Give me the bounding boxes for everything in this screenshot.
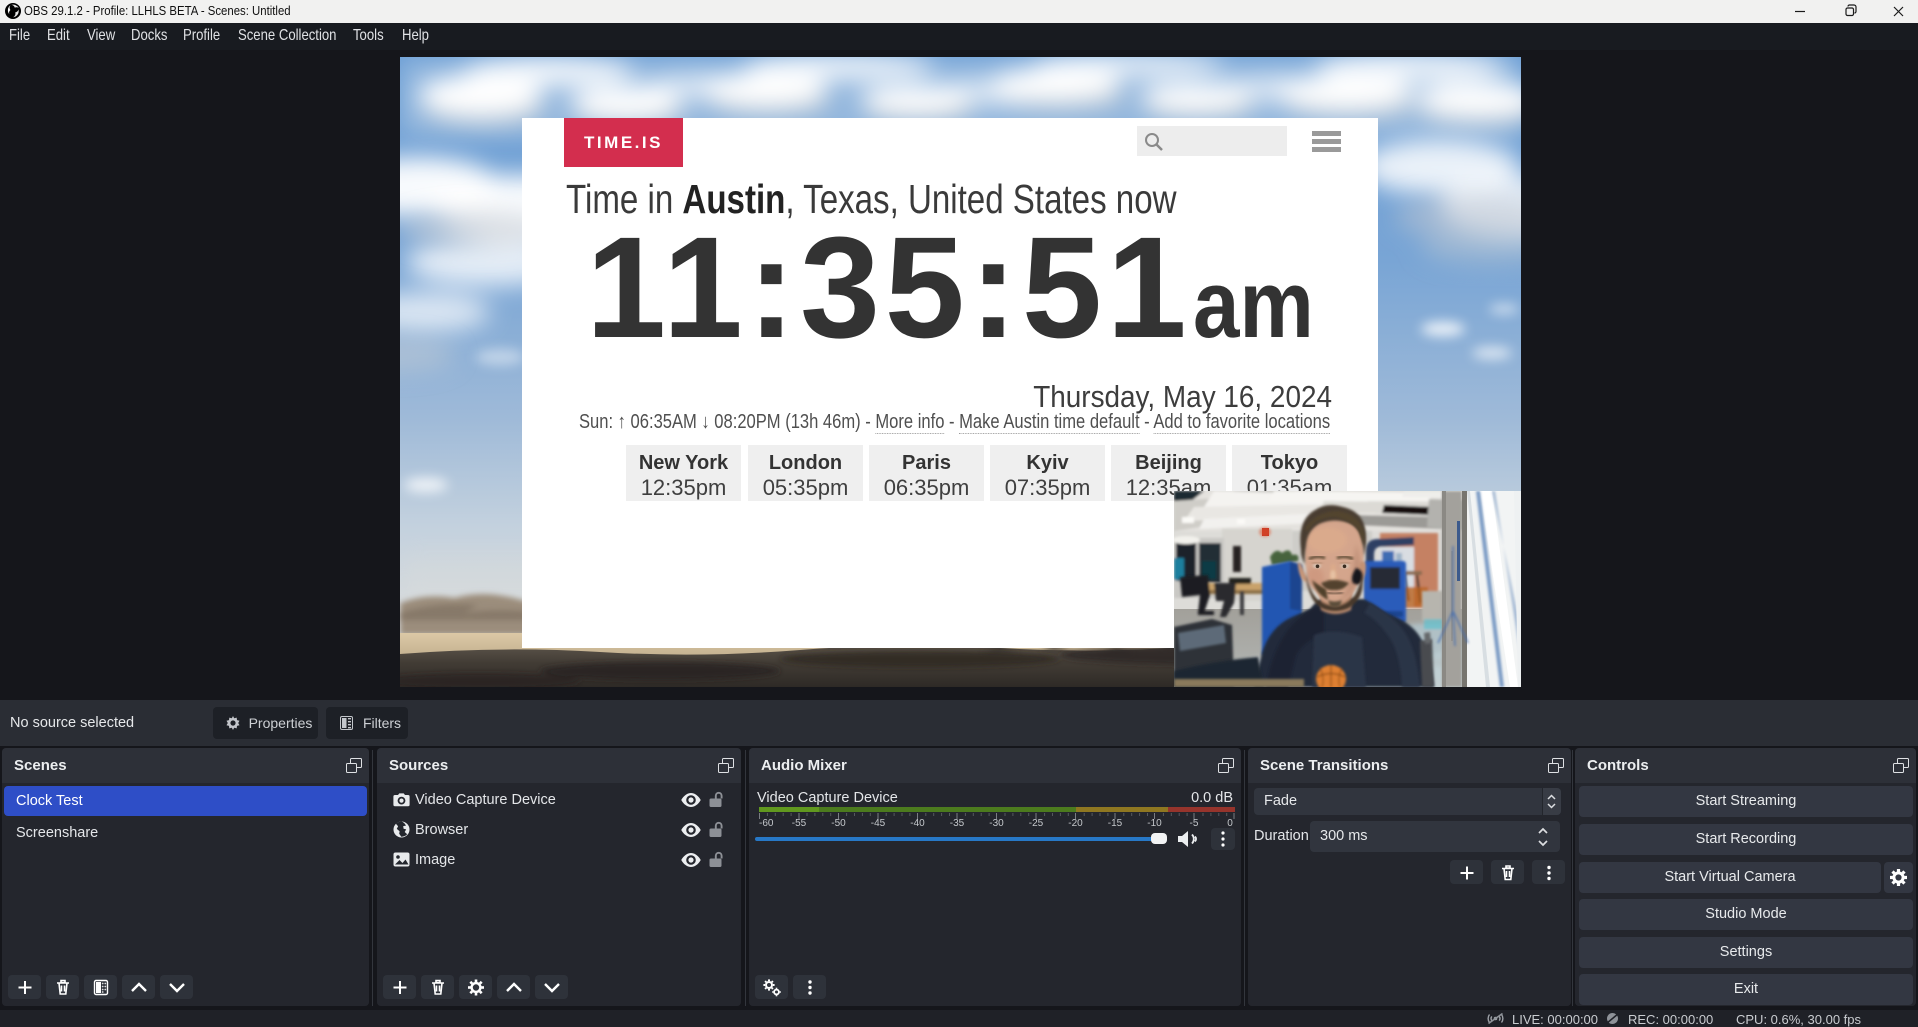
svg-text:-25: -25: [1029, 818, 1044, 829]
svg-text:-60: -60: [759, 818, 774, 829]
svg-text:-5: -5: [1190, 818, 1199, 829]
svg-text:-10: -10: [1147, 818, 1162, 829]
svg-text:-50: -50: [831, 818, 846, 829]
svg-text:-45: -45: [871, 818, 886, 829]
svg-text:-55: -55: [792, 818, 807, 829]
svg-text:-15: -15: [1108, 818, 1123, 829]
svg-text:-30: -30: [989, 818, 1004, 829]
svg-text:-20: -20: [1068, 818, 1083, 829]
svg-text:-40: -40: [910, 818, 925, 829]
svg-text:-35: -35: [950, 818, 965, 829]
